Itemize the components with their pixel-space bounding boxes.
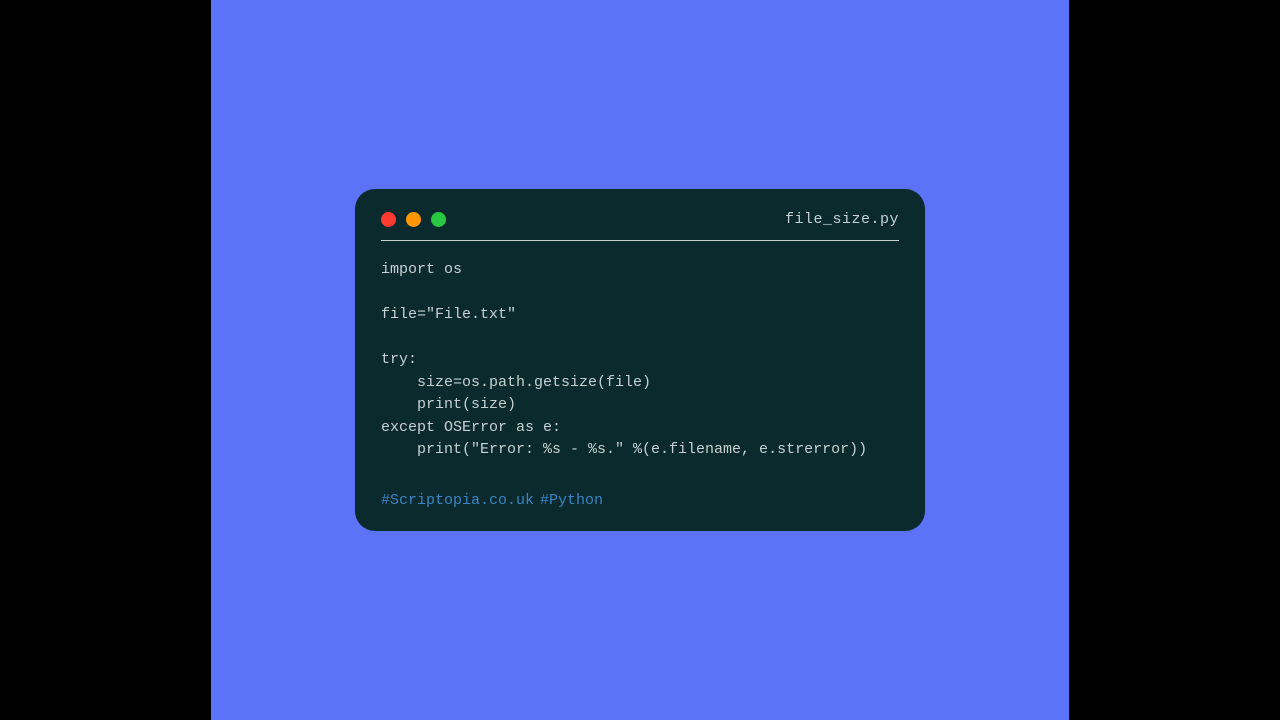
tag-scriptopia: #Scriptopia.co.uk bbox=[381, 492, 534, 509]
code-block: import os file="File.txt" try: size=os.p… bbox=[381, 259, 899, 462]
maximize-icon[interactable] bbox=[431, 212, 446, 227]
tag-python: #Python bbox=[540, 492, 603, 509]
footer-tags: #Scriptopia.co.uk #Python bbox=[381, 492, 899, 509]
minimize-icon[interactable] bbox=[406, 212, 421, 227]
filename-label: file_size.py bbox=[785, 211, 899, 228]
traffic-lights bbox=[381, 212, 446, 227]
code-window: file_size.py import os file="File.txt" t… bbox=[355, 189, 925, 531]
window-titlebar: file_size.py bbox=[381, 211, 899, 241]
close-icon[interactable] bbox=[381, 212, 396, 227]
canvas-background: file_size.py import os file="File.txt" t… bbox=[211, 0, 1069, 720]
